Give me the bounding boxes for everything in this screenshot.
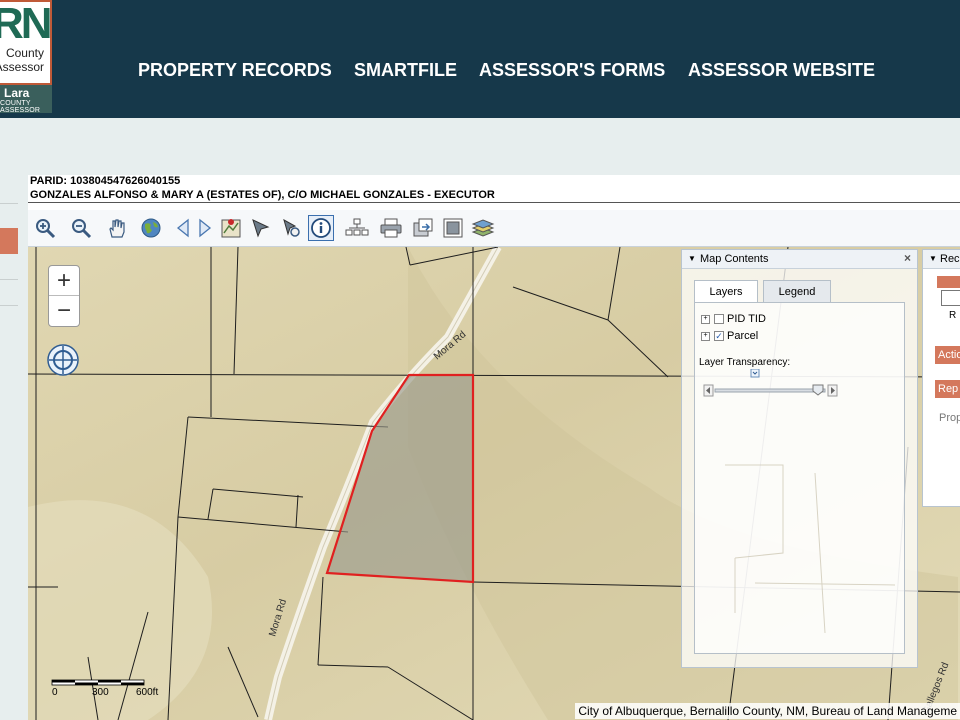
close-icon[interactable]: ×	[904, 251, 911, 265]
zoom-out-icon[interactable]	[68, 215, 94, 241]
collapse-arrow-icon[interactable]: ▼	[688, 254, 696, 263]
measure-icon[interactable]	[278, 215, 304, 241]
assessor-title: COUNTY ASSESSOR	[0, 100, 41, 114]
faint-map-overlay	[725, 464, 896, 633]
map-toolbar	[28, 210, 960, 247]
map-attribution: City of Albuquerque, Bernalillo County, …	[575, 703, 960, 719]
scale-label-0: 0	[52, 687, 58, 698]
nav-assessors-forms[interactable]: ASSESSOR'S FORMS	[479, 60, 665, 81]
layers-tab-content: + PID TID + ✓ Parcel Layer Transparency:	[694, 302, 905, 654]
tab-layers[interactable]: Layers	[694, 280, 758, 303]
report-button[interactable]: Rep	[935, 380, 960, 398]
assessor-name-block: Lara COUNTY ASSESSOR	[0, 85, 52, 114]
county-logo[interactable]: RN County Assessor	[0, 0, 52, 85]
record-card-accent-bar	[937, 276, 960, 288]
sidebar-divider	[0, 305, 18, 306]
nav-assessor-website[interactable]: ASSESSOR WEBSITE	[688, 60, 875, 81]
logo-letters: RN	[0, 0, 50, 48]
globe-icon[interactable]	[138, 215, 164, 241]
record-card-input[interactable]	[941, 290, 960, 306]
assessor-name: Lara	[4, 86, 30, 100]
zoom-control: + −	[48, 265, 80, 327]
layer-row-parcel: + ✓ Parcel	[701, 330, 758, 342]
map-contents-title: Map Contents	[700, 253, 769, 265]
layer-row-pid-tid: + PID TID	[701, 313, 766, 325]
pan-hand-icon[interactable]	[104, 215, 130, 241]
layer-label-pid-tid: PID TID	[727, 313, 766, 325]
info-icon[interactable]	[308, 215, 334, 241]
owner-name: GONZALES ALFONSO & MARY A (ESTATES OF), …	[30, 189, 495, 201]
zoom-in-icon[interactable]	[32, 215, 58, 241]
map-contents-panel: ▼ Map Contents × Layers Legend + PID TID…	[681, 249, 918, 668]
collapse-arrow-icon[interactable]: ▼	[929, 254, 937, 263]
sidebar-active-item[interactable]	[0, 228, 18, 254]
layer-checkbox-pid-tid[interactable]	[714, 314, 724, 324]
nav-property-records[interactable]: PROPERTY RECORDS	[138, 60, 332, 81]
layer-label-parcel: Parcel	[727, 330, 759, 342]
property-label: Prop	[939, 412, 960, 424]
record-card-title: Reco	[940, 253, 960, 265]
owner-divider	[28, 202, 960, 203]
zoom-out-button[interactable]: −	[49, 296, 79, 326]
zoom-in-button[interactable]: +	[49, 266, 79, 296]
action-button[interactable]: Actio	[935, 346, 960, 364]
map-identify-icon[interactable]	[218, 215, 244, 241]
map-canvas[interactable]: Mora Rd Mora Rd Gallegos Rd + − 0 300 60…	[28, 247, 960, 720]
print-icon[interactable]	[378, 215, 404, 241]
scale-label-300: 300	[92, 687, 109, 698]
expand-icon[interactable]: +	[701, 314, 710, 324]
record-card-panel: ▼ Reco R Actio Rep Prop	[922, 249, 960, 507]
scale-bar	[51, 679, 145, 686]
select-arrow-icon[interactable]	[248, 215, 274, 241]
network-icon[interactable]	[344, 215, 370, 241]
map-contents-header[interactable]: ▼ Map Contents ×	[682, 250, 917, 269]
scale-label-600ft: 600ft	[136, 687, 159, 698]
transparency-slider[interactable]	[703, 369, 839, 403]
parcel-id: PARID: 103804547626040155	[30, 175, 181, 187]
logo-line-2: Assessor	[0, 60, 44, 74]
forward-arrow-icon[interactable]	[192, 215, 218, 241]
locate-icon[interactable]	[46, 343, 80, 377]
record-card-header[interactable]: ▼ Reco	[923, 250, 960, 269]
tab-legend[interactable]: Legend	[763, 280, 831, 302]
left-sidebar	[0, 175, 18, 306]
layers-icon[interactable]	[470, 215, 496, 241]
logo-line-1: County	[5, 46, 44, 60]
expand-icon[interactable]: +	[701, 331, 710, 341]
layer-checkbox-parcel[interactable]: ✓	[714, 331, 724, 341]
sidebar-divider	[0, 279, 18, 280]
site-header: RN County Assessor Lara COUNTY ASSESSOR …	[0, 0, 960, 118]
parcel-map-panel: PARID: 103804547626040155 GONZALES ALFON…	[28, 175, 960, 720]
sidebar-divider	[0, 203, 18, 204]
export-icon[interactable]	[410, 215, 436, 241]
transparency-label: Layer Transparency:	[699, 357, 791, 368]
fullscreen-icon[interactable]	[440, 215, 466, 241]
nav-smartfile[interactable]: SMARTFILE	[354, 60, 457, 81]
record-card-r-label: R	[949, 310, 957, 321]
